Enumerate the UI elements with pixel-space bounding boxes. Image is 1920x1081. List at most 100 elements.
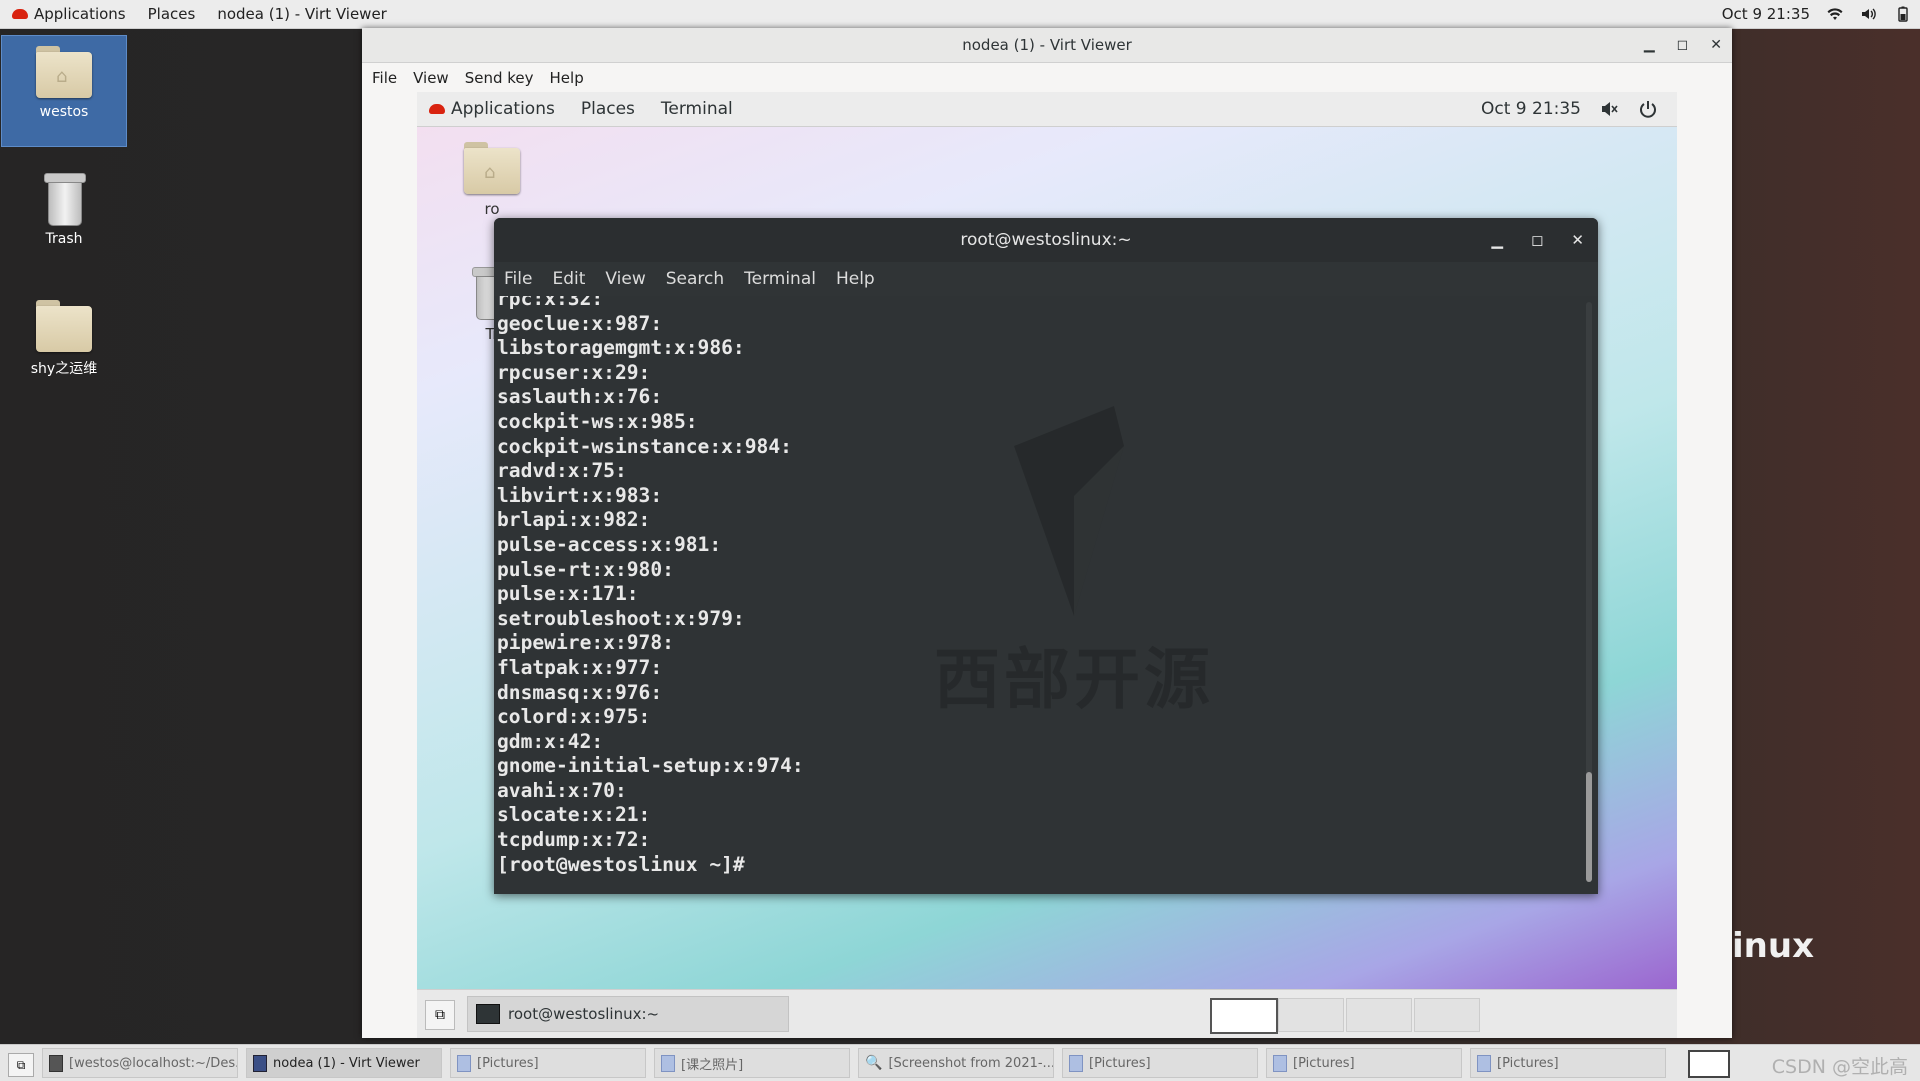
taskbar-item-virt-viewer[interactable]: nodea (1) - Virt Viewer	[246, 1048, 442, 1078]
maximize-button[interactable]: ◻	[1531, 218, 1543, 262]
guest-applications-menu[interactable]: Applications	[429, 99, 555, 119]
guest-places-menu[interactable]: Places	[581, 99, 635, 119]
guest-desktop-icon-home[interactable]: ⌂ ro	[452, 142, 532, 218]
taskbar-label: [Pictures]	[1293, 1055, 1355, 1071]
terminal-line: setroubleshoot:x:979:	[497, 606, 745, 630]
menu-file[interactable]: File	[372, 69, 397, 87]
menu-send-key[interactable]: Send key	[465, 69, 534, 87]
maximize-button[interactable]: ◻	[1677, 28, 1689, 62]
guest-taskbar-terminal[interactable]: root@westoslinux:~	[467, 996, 789, 1032]
desktop-icon-westos[interactable]: ⌂ westos	[1, 35, 127, 147]
virt-viewer-window: nodea (1) - Virt Viewer ▁ ◻ ✕ File View …	[362, 28, 1732, 1038]
scrollbar-thumb[interactable]	[1586, 772, 1592, 882]
taskbar-item-photos[interactable]: [课之照片]	[654, 1048, 850, 1078]
image-viewer-icon: 🔍	[865, 1055, 883, 1071]
show-desktop-button[interactable]: ⧉	[425, 1000, 455, 1030]
guest-clock[interactable]: Oct 9 21:35	[1481, 99, 1581, 119]
terminal-window[interactable]: root@westoslinux:~ ▁ ◻ ✕ File Edit View …	[494, 218, 1598, 894]
host-active-window-menu[interactable]: nodea (1) - Virt Viewer	[217, 5, 387, 23]
terminal-line: dnsmasq:x:976:	[497, 680, 663, 704]
terminal-line: gnome-initial-setup:x:974:	[497, 754, 804, 778]
minimize-button[interactable]: ▁	[1644, 28, 1655, 62]
guest-taskbar-label: root@westoslinux:~	[508, 1005, 660, 1023]
taskbar-label: [Screenshot from 2021-...	[888, 1055, 1054, 1071]
taskbar-label: nodea (1) - Virt Viewer	[273, 1055, 420, 1071]
menu-search[interactable]: Search	[666, 269, 724, 289]
taskbar-label: [Pictures]	[477, 1055, 539, 1071]
terminal-output[interactable]: 西部开源 rpc:x:32: geoclue:x:987: libstoragemg…	[494, 296, 1598, 894]
menu-help[interactable]: Help	[550, 69, 584, 87]
virt-viewer-icon	[253, 1054, 267, 1072]
desktop-icon-trash[interactable]: Trash	[1, 163, 127, 263]
document-icon	[457, 1054, 471, 1072]
wifi-icon[interactable]	[1826, 5, 1844, 23]
terminal-line: libvirt:x:983:	[497, 483, 663, 507]
terminal-titlebar[interactable]: root@westoslinux:~ ▁ ◻ ✕	[494, 218, 1598, 262]
guest-terminal-menu[interactable]: Terminal	[661, 99, 733, 119]
watermark-logo: 西部开源	[934, 406, 1214, 718]
workspace-3[interactable]	[1346, 998, 1412, 1032]
taskbar-item-pictures[interactable]: [Pictures]	[450, 1048, 646, 1078]
close-button[interactable]: ✕	[1710, 28, 1722, 62]
window-title: nodea (1) - Virt Viewer	[962, 36, 1132, 54]
menu-edit[interactable]: Edit	[552, 269, 585, 289]
taskbar-item-pictures[interactable]: [Pictures]	[1062, 1048, 1258, 1078]
menu-view[interactable]: View	[413, 69, 449, 87]
menu-file[interactable]: File	[504, 269, 532, 289]
host-places-menu[interactable]: Places	[148, 5, 196, 23]
terminal-line: rpc:x:32:	[497, 296, 604, 310]
terminal-line: cockpit-wsinstance:x:984:	[497, 434, 792, 458]
minimize-button[interactable]: ▁	[1491, 218, 1503, 262]
taskbar-item-screenshot[interactable]: 🔍 [Screenshot from 2021-...	[858, 1048, 1054, 1078]
show-desktop-button[interactable]: ⧉	[8, 1053, 34, 1077]
taskbar-label: [课之照片]	[681, 1057, 744, 1073]
terminal-menubar: File Edit View Search Terminal Help	[494, 262, 1598, 296]
terminal-line: brlapi:x:982:	[497, 508, 651, 532]
host-taskbar: ⧉ [westos@localhost:~/Des... nodea (1) -…	[0, 1044, 1920, 1081]
workspace-1[interactable]	[1210, 998, 1278, 1034]
trash-icon	[44, 173, 86, 226]
terminal-line: pulse:x:171:	[497, 582, 639, 606]
document-icon	[1477, 1054, 1491, 1072]
desktop-brand-text: inux	[1732, 926, 1814, 966]
terminal-title: root@westoslinux:~	[960, 230, 1132, 250]
menu-terminal[interactable]: Terminal	[744, 269, 816, 289]
csdn-watermark: CSDN @空此高	[1771, 1056, 1908, 1078]
terminal-scrollbar[interactable]	[1586, 302, 1592, 882]
menu-help[interactable]: Help	[836, 269, 875, 289]
taskbar-item-pictures[interactable]: [Pictures]	[1470, 1048, 1666, 1078]
terminal-line: colord:x:975:	[497, 705, 651, 729]
redhat-logo-icon	[429, 104, 445, 114]
battery-icon[interactable]	[1894, 5, 1912, 23]
guest-top-bar: Applications Places Terminal Oct 9 21:35	[417, 92, 1677, 127]
terminal-line: tcpdump:x:72:	[497, 828, 651, 852]
taskbar-item-terminal[interactable]: [westos@localhost:~/Des...	[42, 1048, 238, 1078]
host-clock[interactable]: Oct 9 21:35	[1722, 5, 1810, 23]
terminal-text: rpc:x:32: geoclue:x:987: libstoragemgmt:x:…	[497, 296, 804, 877]
desktop-icon-label: ro	[484, 200, 500, 218]
terminal-line: pipewire:x:978:	[497, 631, 674, 655]
folder-icon	[36, 300, 92, 352]
guest-screen[interactable]: Applications Places Terminal Oct 9 21:35…	[417, 92, 1677, 1038]
workspace-4[interactable]	[1414, 998, 1480, 1032]
volume-muted-icon[interactable]	[1601, 100, 1619, 118]
document-icon	[661, 1054, 675, 1072]
host-applications-menu[interactable]: Applications	[12, 5, 126, 23]
host-applications-label: Applications	[34, 5, 126, 23]
workspace-2[interactable]	[1278, 998, 1344, 1032]
workspace-switcher[interactable]	[1688, 1050, 1730, 1078]
guest-taskbar: ⧉ root@westoslinux:~	[417, 989, 1677, 1038]
terminal-line: slocate:x:21:	[497, 803, 651, 827]
power-icon[interactable]	[1639, 100, 1657, 118]
host-top-bar: Applications Places nodea (1) - Virt Vie…	[0, 0, 1920, 29]
terminal-line: gdm:x:42:	[497, 729, 604, 753]
terminal-line: pulse-rt:x:980:	[497, 557, 674, 581]
desktop-icon-shy-ops[interactable]: shy之运维	[1, 290, 127, 390]
taskbar-label: [Pictures]	[1089, 1055, 1151, 1071]
volume-icon[interactable]	[1860, 5, 1878, 23]
terminal-line: cockpit-ws:x:985:	[497, 409, 698, 433]
menu-view[interactable]: View	[605, 269, 645, 289]
close-button[interactable]: ✕	[1571, 218, 1584, 262]
taskbar-item-pictures[interactable]: [Pictures]	[1266, 1048, 1462, 1078]
virt-viewer-titlebar[interactable]: nodea (1) - Virt Viewer ▁ ◻ ✕	[362, 28, 1732, 63]
